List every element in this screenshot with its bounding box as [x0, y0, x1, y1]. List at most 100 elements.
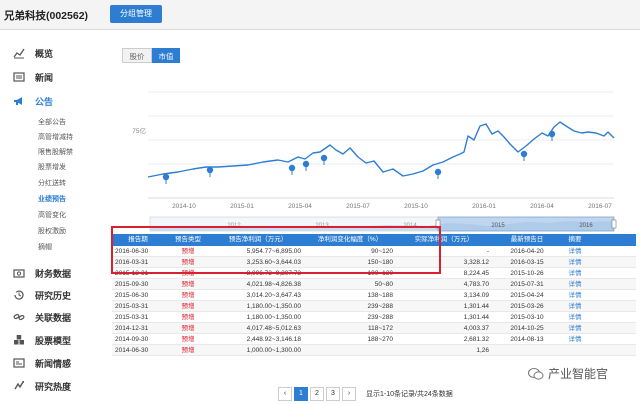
header-summary: 摘要: [568, 236, 582, 243]
table-row[interactable]: 2014-12-31 预增 4,017.48~5,012.63 118~172 4,00…: [112, 323, 636, 334]
y-axis-label: 75亿: [132, 126, 146, 135]
cell-forecast-type: 预增: [181, 336, 195, 343]
cell-summary-link[interactable]: [562, 345, 588, 355]
cell-latest-date: 2015-04-24: [510, 292, 544, 299]
cell-latest-date: 2016-03-15: [510, 259, 544, 266]
forecast-marker[interactable]: [320, 154, 328, 165]
sub-item-delist-warning[interactable]: 摘帽: [38, 242, 52, 252]
sidebar-item-news-sentiment[interactable]: 新闻情感: [0, 354, 108, 372]
cell-summary-link[interactable]: 详情: [562, 279, 588, 289]
sidebar-item-related-data[interactable]: 关联数据: [0, 308, 108, 326]
cubes-icon: [12, 333, 26, 347]
sub-item-earnings-forecast[interactable]: 业绩预告: [38, 194, 66, 204]
sidebar-item-stock-model[interactable]: 股票模型: [0, 331, 108, 349]
table-row[interactable]: 2015-09-30 预增 4,021.98~4,826.38 50~80 4,783.…: [112, 279, 636, 290]
cell-latest-date: 2014-08-13: [510, 336, 544, 343]
table-row[interactable]: 2015-03-31 预增 1,180.00~1,350.00 239~288 1,30…: [112, 312, 636, 323]
cell-summary-link[interactable]: 详情: [562, 323, 588, 333]
sub-item-exec-change[interactable]: 高管变化: [38, 210, 66, 220]
cell-report-period: 2015-03-31: [115, 314, 149, 321]
cell-report-period: 2015-03-31: [115, 303, 149, 310]
navigator-handle-right[interactable]: [611, 219, 617, 229]
cell-forecast-type: 预增: [181, 292, 195, 299]
pager-next-button[interactable]: ›: [342, 387, 356, 401]
market-cap-line: [147, 121, 615, 178]
sidebar-item-announcements[interactable]: 公告: [0, 92, 108, 110]
money-icon: [12, 266, 26, 280]
forecast-marker[interactable]: [288, 164, 296, 175]
cell-profit-change: 50~80: [374, 281, 393, 288]
cell-actual-profit: 1,26: [476, 347, 489, 354]
company-title: 兄弟科技(002562): [4, 10, 89, 22]
cell-latest-date: 2016-04-20: [510, 248, 544, 255]
cell-summary-link[interactable]: 详情: [562, 334, 588, 344]
cell-forecast-profit: 4,021.98~4,826.38: [246, 281, 301, 288]
sentiment-icon: [12, 356, 26, 370]
sub-item-unlock[interactable]: 限售股解禁: [38, 147, 73, 157]
x-tick-label: 2015-07: [346, 203, 370, 210]
cell-latest-date: 2015-07-31: [510, 281, 544, 288]
pager-page-3[interactable]: 3: [326, 387, 340, 401]
forecast-marker[interactable]: [548, 130, 556, 141]
cell-actual-profit: 2,681.32: [463, 336, 489, 343]
sidebar-item-label: 关联数据: [35, 312, 72, 323]
heat-icon: [12, 379, 26, 393]
cell-summary-link[interactable]: 详情: [562, 301, 588, 311]
sub-item-all[interactable]: 全部公告: [38, 117, 66, 127]
cell-summary-link[interactable]: 详情: [562, 290, 588, 300]
pagination: ‹ 1 2 3 › 显示1-10条记录/共24条数据: [278, 387, 453, 401]
cell-forecast-type: 预增: [181, 303, 195, 310]
pager-prev-button[interactable]: ‹: [278, 387, 292, 401]
sidebar-item-label: 概览: [35, 48, 54, 59]
cell-summary-link[interactable]: 详情: [562, 257, 588, 267]
main-content: 股价 市值 75亿 2014-10 2015-01 2015-04 2015-0…: [108, 30, 640, 404]
sub-item-equity-incentive[interactable]: 股权激励: [38, 226, 66, 236]
forecast-marker[interactable]: [162, 173, 170, 184]
cell-summary-link[interactable]: 详情: [562, 268, 588, 278]
sub-item-issuance[interactable]: 股票增发: [38, 162, 66, 172]
pager-page-1[interactable]: 1: [294, 387, 308, 401]
table-row[interactable]: 2015-03-31 预增 1,180.00~1,350.00 239~288 1,30…: [112, 301, 636, 312]
sidebar-item-research-history[interactable]: 研究历史: [0, 286, 108, 304]
newspaper-icon: [12, 70, 26, 84]
table-row[interactable]: 2014-06-30 预增 1,000.00~1,300.00 1,26: [112, 345, 636, 356]
pager-page-2[interactable]: 2: [310, 387, 324, 401]
sidebar-item-label: 研究热度: [35, 381, 72, 392]
cell-actual-profit: 4,783.70: [463, 281, 489, 288]
sidebar-item-label: 新闻: [35, 72, 54, 83]
forecast-marker[interactable]: [520, 150, 528, 161]
forecast-marker[interactable]: [206, 166, 214, 177]
sidebar-item-label: 财务数据: [35, 268, 72, 279]
cell-profit-change: [304, 345, 396, 355]
cell-forecast-profit: 1,180.00~1,350.00: [246, 314, 301, 321]
pager-info: 显示1-10条记录/共24条数据: [366, 391, 453, 398]
forecast-marker[interactable]: [434, 168, 442, 179]
sidebar-item-financials[interactable]: 财务数据: [0, 264, 108, 282]
forecast-marker[interactable]: [302, 160, 310, 171]
sub-item-dividend[interactable]: 分红送转: [38, 178, 66, 188]
cell-latest-date: 2015-03-26: [510, 303, 544, 310]
sidebar-item-news[interactable]: 新闻: [0, 68, 108, 86]
cell-profit-change: 138~188: [367, 292, 394, 299]
cell-report-period: 2014-09-30: [115, 336, 149, 343]
table-row[interactable]: 2015-06-30 预增 3,014.20~3,647.43 138~188 3,13…: [112, 290, 636, 301]
cell-summary-link[interactable]: 详情: [562, 246, 588, 256]
cell-forecast-type: 预增: [181, 281, 195, 288]
wechat-icon: [528, 367, 544, 380]
table-row[interactable]: 2014-09-30 预增 2,448.92~3,146.18 188~270 2,68…: [112, 334, 636, 345]
sub-item-exec-trades[interactable]: 高管增减持: [38, 132, 73, 142]
sidebar-item-research-heat[interactable]: 研究热度: [0, 377, 108, 395]
cell-actual-profit: 1,301.44: [463, 303, 489, 310]
market-cap-chart[interactable]: 75亿 2014-10 2015-01 2015-04 2015-07 2015…: [108, 66, 640, 216]
toggle-price-button[interactable]: 股价: [122, 48, 152, 63]
sidebar-item-label: 研究历史: [35, 290, 72, 301]
sidebar-item-overview[interactable]: 概览: [0, 44, 108, 62]
link-icon: [12, 310, 26, 324]
x-tick-label: 2015-04: [288, 203, 312, 210]
megaphone-icon: [12, 94, 26, 108]
toggle-market-cap-button[interactable]: 市值: [152, 48, 180, 63]
cell-summary-link[interactable]: 详情: [562, 312, 588, 322]
header-latest-date[interactable]: 最新预告日: [492, 234, 562, 246]
x-tick-label: 2016-01: [472, 203, 496, 210]
group-manage-button[interactable]: 分组管理: [110, 5, 162, 23]
